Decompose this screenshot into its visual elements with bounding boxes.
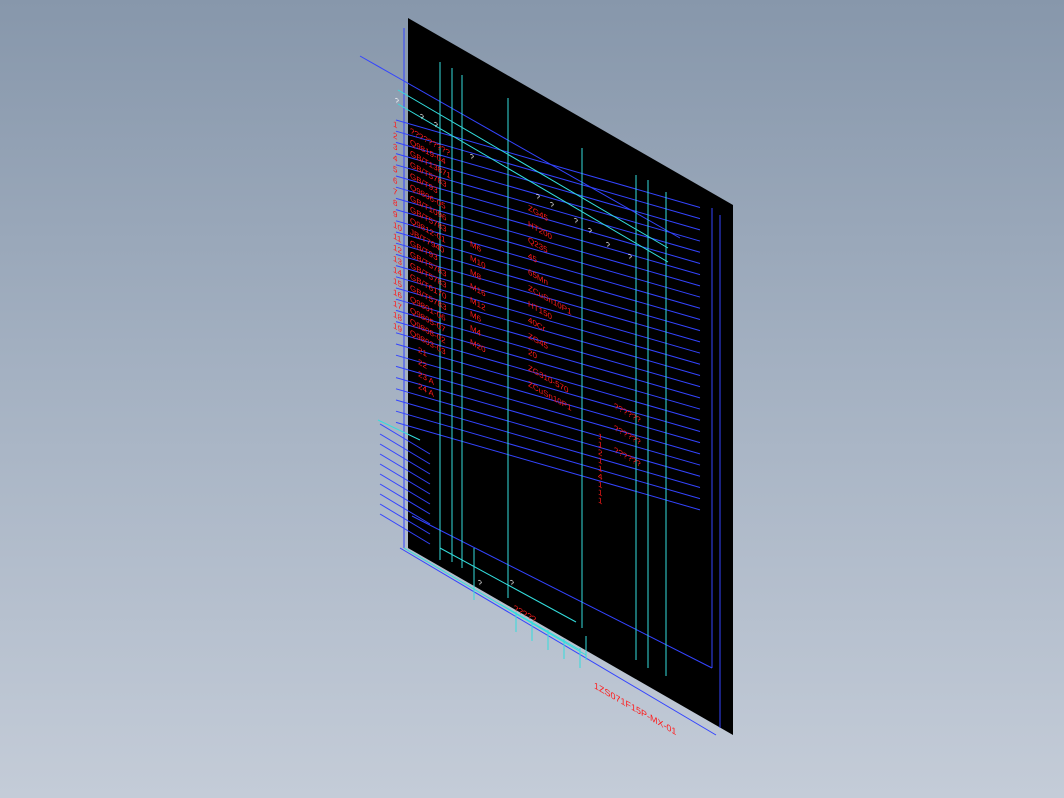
row-number: 5: [393, 163, 398, 175]
drawing-sheet: [408, 18, 733, 735]
row-number: 8: [393, 197, 398, 209]
row-number: 6: [393, 175, 398, 187]
cad-viewport[interactable]: 1 2 3 4 5 6 7 8 9 10 11 12 13 14 15 16 17 18 19????????? Q9…: [0, 0, 1064, 798]
isometric-drawing-sheet: 12345678910111213141516171819?????????Q9…: [359, 18, 733, 738]
row-number: 3: [393, 141, 398, 153]
mark-label: ?: [395, 96, 399, 107]
row-number: 1: [393, 119, 398, 131]
row-number: 9: [393, 208, 398, 220]
row-number: 4: [393, 152, 398, 164]
row-number: 2: [393, 130, 398, 142]
row-number: 7: [393, 186, 398, 198]
